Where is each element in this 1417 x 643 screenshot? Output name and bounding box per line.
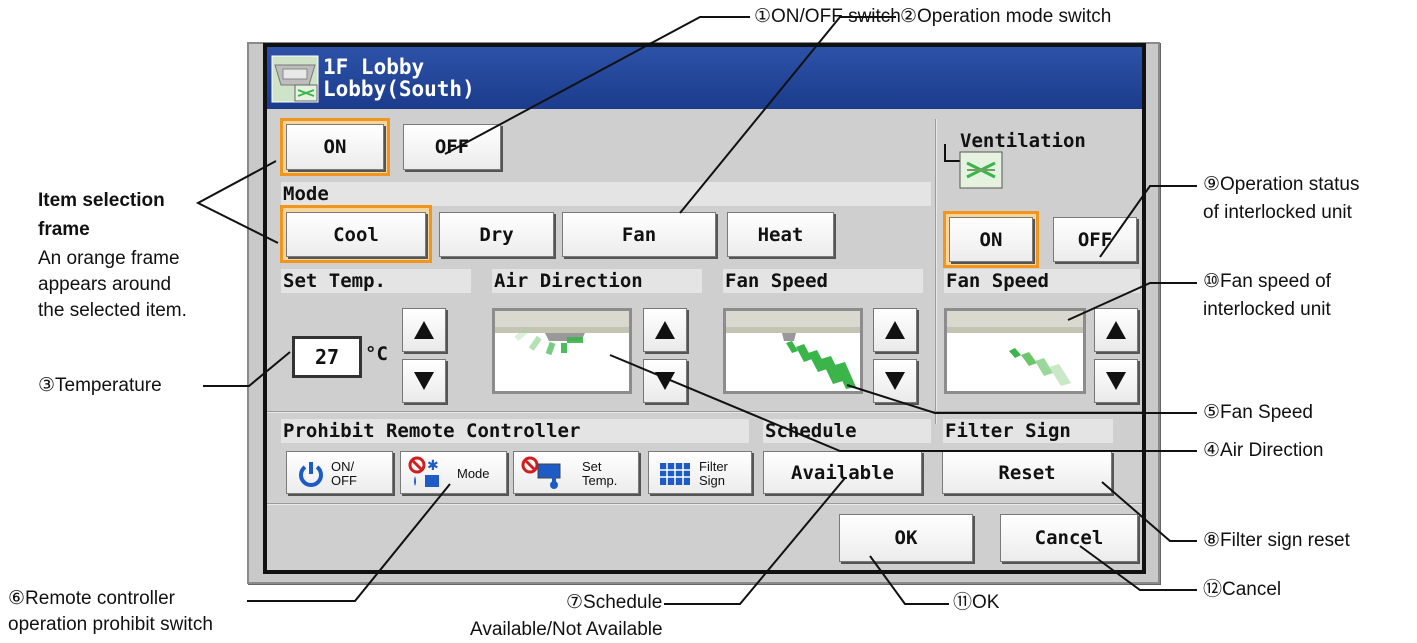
mode-cool-button[interactable]: Cool — [286, 212, 426, 257]
group-name: 1F Lobby — [323, 55, 425, 79]
annotation-frame-title-1: Item selection — [38, 190, 165, 211]
prohibit-onoff-line1: ON/ — [331, 459, 355, 474]
annotation-schedule-2: Available/Not Available — [470, 619, 663, 640]
prohibit-filter-line1: Filter — [699, 459, 728, 474]
annotation-schedule-1: ⑦Schedule — [566, 592, 663, 613]
annotation-interlock-fan-1: ⑩Fan speed of — [1203, 271, 1331, 292]
ok-button[interactable]: OK — [839, 514, 973, 562]
filter-sign-label: Filter Sign — [943, 419, 1113, 443]
annotation-operation-mode: ②Operation mode switch — [900, 6, 1112, 27]
prohibit-mode-button[interactable]: ✱ Mode — [400, 451, 507, 494]
fan-speed-label: Fan Speed — [723, 269, 923, 293]
footer-divider — [267, 503, 1142, 505]
vent-fan-speed-graphic — [947, 311, 1083, 386]
indoor-unit-icon — [271, 55, 319, 103]
mode-label: Mode — [281, 182, 931, 206]
annotation-frame-title-2: frame — [38, 219, 90, 240]
mode-heat-button[interactable]: Heat — [727, 212, 834, 257]
on-button[interactable]: ON — [286, 124, 384, 170]
prohibit-onoff-button[interactable]: ON/ OFF — [286, 451, 393, 494]
remote-controller-screen: 1F Lobby Lobby(South) ON OFF Mode Cool D… — [263, 43, 1146, 574]
ventilation-unit-icon — [959, 151, 1003, 189]
mode-prohibit-icon: ✱ — [408, 456, 439, 487]
temp-prohibit-icon — [521, 456, 561, 489]
prohibit-filter-button[interactable]: Filter Sign — [648, 451, 752, 494]
schedule-label: Schedule — [763, 419, 931, 443]
up-arrow-icon — [1106, 321, 1126, 339]
prohibit-settemp-line2: Temp. — [582, 473, 618, 488]
air-direction-down-button[interactable] — [643, 359, 687, 403]
annotation-prohibit-2: operation prohibit switch — [8, 614, 213, 635]
annotation-interlock-status-2: of interlocked unit — [1203, 202, 1352, 223]
filter-reset-button[interactable]: Reset — [942, 451, 1112, 494]
annotation-onoff-switch: ①ON/OFF switch — [754, 6, 901, 27]
ventilation-label: Ventilation — [960, 130, 1086, 152]
cancel-button[interactable]: Cancel — [1000, 514, 1138, 562]
off-button[interactable]: OFF — [403, 124, 501, 170]
vent-fan-speed-display — [944, 308, 1086, 394]
annotation-fan-speed: ⑤Fan Speed — [1203, 402, 1313, 423]
down-arrow-icon — [1106, 372, 1126, 390]
svg-text:✱: ✱ — [427, 458, 439, 474]
down-arrow-icon — [885, 372, 905, 390]
schedule-available-button[interactable]: Available — [763, 451, 922, 494]
annotation-interlock-status-1: ⑨Operation status — [1203, 174, 1360, 195]
section-divider — [267, 411, 1142, 413]
ventilation-divider — [935, 119, 937, 424]
down-arrow-icon — [655, 372, 675, 390]
annotation-frame-desc-3: the selected item. — [38, 300, 187, 321]
prohibit-mode-line1: Mode — [457, 466, 490, 481]
fan-speed-up-button[interactable] — [873, 308, 917, 352]
prohibit-onoff-line2: OFF — [331, 473, 357, 488]
vent-fan-speed-label: Fan Speed — [944, 269, 1140, 293]
temp-up-button[interactable] — [402, 308, 446, 352]
air-direction-label: Air Direction — [492, 269, 702, 293]
title-bar: 1F Lobby Lobby(South) — [267, 47, 1142, 109]
temp-down-button[interactable] — [402, 359, 446, 403]
annotation-interlock-fan-2: interlocked unit — [1203, 299, 1331, 320]
temperature-unit: °C — [365, 343, 388, 365]
annotation-frame-desc-1: An orange frame — [38, 248, 180, 269]
annotation-filter-reset: ⑧Filter sign reset — [1203, 530, 1350, 551]
prohibit-label: Prohibit Remote Controller — [281, 419, 749, 443]
vent-on-button[interactable]: ON — [949, 217, 1033, 262]
vent-fan-down-button[interactable] — [1094, 359, 1138, 403]
fan-speed-display — [723, 308, 863, 394]
power-icon — [299, 462, 323, 487]
set-temp-label: Set Temp. — [281, 269, 471, 293]
vent-off-button[interactable]: OFF — [1053, 217, 1137, 262]
vent-fan-up-button[interactable] — [1094, 308, 1138, 352]
filter-icon — [660, 463, 690, 485]
up-arrow-icon — [885, 321, 905, 339]
annotation-frame-desc-2: appears around — [38, 274, 172, 295]
prohibit-settemp-button[interactable]: Set Temp. — [513, 451, 639, 494]
mode-dry-button[interactable]: Dry — [439, 212, 554, 257]
air-direction-graphic — [495, 311, 629, 356]
fan-speed-graphic — [726, 311, 860, 389]
annotation-air-direction: ④Air Direction — [1203, 440, 1324, 461]
up-arrow-icon — [655, 321, 675, 339]
annotation-prohibit-1: ⑥Remote controller — [8, 588, 175, 609]
down-arrow-icon — [414, 372, 434, 390]
fan-speed-down-button[interactable] — [873, 359, 917, 403]
up-arrow-icon — [414, 321, 434, 339]
mode-fan-button[interactable]: Fan — [562, 212, 716, 257]
prohibit-filter-line2: Sign — [699, 473, 726, 488]
annotation-ok: ⑪OK — [953, 592, 1000, 613]
unit-name: Lobby(South) — [323, 77, 475, 101]
prohibit-settemp-line1: Set — [582, 459, 602, 474]
temperature-value: 27 — [292, 336, 362, 378]
air-direction-up-button[interactable] — [643, 308, 687, 352]
annotation-cancel: ⑫Cancel — [1203, 579, 1282, 600]
air-direction-display — [492, 308, 632, 394]
annotation-temperature: ③Temperature — [38, 375, 162, 396]
